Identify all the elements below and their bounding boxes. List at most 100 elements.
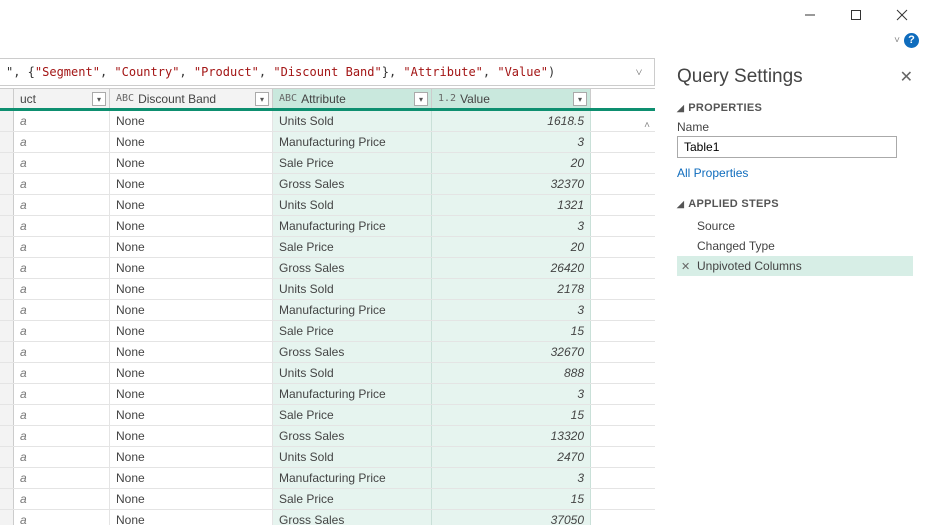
column-header-product[interactable]: uct ▾ <box>14 89 110 108</box>
column-header-value[interactable]: 1.2 Value ▾ <box>432 89 591 108</box>
cell-value[interactable]: 20 <box>432 237 591 257</box>
filter-dropdown-icon[interactable]: ▾ <box>414 92 428 106</box>
delete-step-icon[interactable]: ✕ <box>681 260 690 273</box>
row-header[interactable] <box>0 384 14 404</box>
applied-step[interactable]: ✕Unpivoted Columns <box>677 256 913 276</box>
cell-product[interactable]: a <box>14 321 110 341</box>
cell-product[interactable]: a <box>14 510 110 525</box>
cell-attribute[interactable]: Units Sold <box>273 111 432 131</box>
cell-product[interactable]: a <box>14 216 110 236</box>
cell-attribute[interactable]: Units Sold <box>273 363 432 383</box>
table-row[interactable]: aNoneSale Price15 <box>0 321 655 342</box>
cell-product[interactable]: a <box>14 384 110 404</box>
applied-step[interactable]: Changed Type <box>677 236 913 256</box>
table-row[interactable]: aNoneSale Price20 <box>0 237 655 258</box>
cell-discount-band[interactable]: None <box>110 300 273 320</box>
filter-dropdown-icon[interactable]: ▾ <box>573 92 587 106</box>
cell-attribute[interactable]: Manufacturing Price <box>273 468 432 488</box>
row-header[interactable] <box>0 216 14 236</box>
cell-value[interactable]: 37050 <box>432 510 591 525</box>
cell-product[interactable]: a <box>14 258 110 278</box>
row-header[interactable] <box>0 510 14 525</box>
formula-bar[interactable]: ", {"Segment", "Country", "Product", "Di… <box>0 58 655 86</box>
cell-attribute[interactable]: Sale Price <box>273 405 432 425</box>
cell-discount-band[interactable]: None <box>110 216 273 236</box>
cell-discount-band[interactable]: None <box>110 426 273 446</box>
table-row[interactable]: aNoneUnits Sold2470 <box>0 447 655 468</box>
all-properties-link[interactable]: All Properties <box>677 166 748 180</box>
table-row[interactable]: aNoneGross Sales13320 <box>0 426 655 447</box>
row-header[interactable] <box>0 363 14 383</box>
cell-attribute[interactable]: Gross Sales <box>273 174 432 194</box>
row-header[interactable] <box>0 153 14 173</box>
cell-value[interactable]: 3 <box>432 216 591 236</box>
applied-steps-section-header[interactable]: ◢ APPLIED STEPS <box>677 198 913 210</box>
cell-value[interactable]: 2178 <box>432 279 591 299</box>
table-row[interactable]: aNoneManufacturing Price3 <box>0 132 655 153</box>
cell-discount-band[interactable]: None <box>110 405 273 425</box>
row-header[interactable] <box>0 300 14 320</box>
properties-section-header[interactable]: ◢ PROPERTIES <box>677 102 913 114</box>
formula-expand-icon[interactable]: ˅ <box>630 65 648 80</box>
cell-discount-band[interactable]: None <box>110 384 273 404</box>
help-button[interactable]: ? <box>904 33 919 48</box>
cell-product[interactable]: a <box>14 489 110 509</box>
cell-value[interactable]: 3 <box>432 384 591 404</box>
cell-discount-band[interactable]: None <box>110 510 273 525</box>
cell-discount-band[interactable]: None <box>110 111 273 131</box>
cell-discount-band[interactable]: None <box>110 279 273 299</box>
table-row[interactable]: aNoneGross Sales32670 <box>0 342 655 363</box>
cell-attribute[interactable]: Manufacturing Price <box>273 216 432 236</box>
cell-value[interactable]: 3 <box>432 468 591 488</box>
row-header[interactable] <box>0 279 14 299</box>
cell-discount-band[interactable]: None <box>110 195 273 215</box>
cell-product[interactable]: a <box>14 468 110 488</box>
cell-attribute[interactable]: Gross Sales <box>273 426 432 446</box>
cell-product[interactable]: a <box>14 405 110 425</box>
cell-discount-band[interactable]: None <box>110 342 273 362</box>
table-row[interactable]: aNoneUnits Sold1321 <box>0 195 655 216</box>
minimize-button[interactable] <box>787 0 833 30</box>
cell-product[interactable]: a <box>14 447 110 467</box>
column-header-discount-band[interactable]: ABC Discount Band ▾ <box>110 89 273 108</box>
row-header[interactable] <box>0 237 14 257</box>
cell-value[interactable]: 32670 <box>432 342 591 362</box>
cell-attribute[interactable]: Manufacturing Price <box>273 384 432 404</box>
cell-attribute[interactable]: Manufacturing Price <box>273 300 432 320</box>
cell-value[interactable]: 2470 <box>432 447 591 467</box>
cell-value[interactable]: 15 <box>432 489 591 509</box>
cell-discount-band[interactable]: None <box>110 153 273 173</box>
cell-value[interactable]: 3 <box>432 300 591 320</box>
table-row[interactable]: aNoneManufacturing Price3 <box>0 300 655 321</box>
cell-value[interactable]: 15 <box>432 405 591 425</box>
table-row[interactable]: aNoneSale Price15 <box>0 405 655 426</box>
table-row[interactable]: aNoneUnits Sold2178 <box>0 279 655 300</box>
row-header[interactable] <box>0 489 14 509</box>
cell-product[interactable]: a <box>14 300 110 320</box>
cell-value[interactable]: 32370 <box>432 174 591 194</box>
cell-discount-band[interactable]: None <box>110 447 273 467</box>
cell-value[interactable]: 20 <box>432 153 591 173</box>
row-header[interactable] <box>0 405 14 425</box>
table-row[interactable]: aNoneGross Sales32370 <box>0 174 655 195</box>
applied-step[interactable]: Source <box>677 216 913 236</box>
cell-value[interactable]: 3 <box>432 132 591 152</box>
filter-dropdown-icon[interactable]: ▾ <box>92 92 106 106</box>
cell-attribute[interactable]: Gross Sales <box>273 510 432 525</box>
close-button[interactable] <box>879 0 925 30</box>
cell-discount-band[interactable]: None <box>110 174 273 194</box>
row-header[interactable] <box>0 426 14 446</box>
cell-product[interactable]: a <box>14 342 110 362</box>
row-header[interactable] <box>0 321 14 341</box>
row-header[interactable] <box>0 174 14 194</box>
cell-product[interactable]: a <box>14 153 110 173</box>
panel-close-button[interactable]: ✕ <box>900 67 913 87</box>
table-row[interactable]: aNoneUnits Sold888 <box>0 363 655 384</box>
table-row[interactable]: aNoneManufacturing Price3 <box>0 384 655 405</box>
row-header[interactable] <box>0 258 14 278</box>
cell-product[interactable]: a <box>14 426 110 446</box>
cell-discount-band[interactable]: None <box>110 468 273 488</box>
cell-discount-band[interactable]: None <box>110 258 273 278</box>
cell-product[interactable]: a <box>14 237 110 257</box>
cell-attribute[interactable]: Gross Sales <box>273 258 432 278</box>
